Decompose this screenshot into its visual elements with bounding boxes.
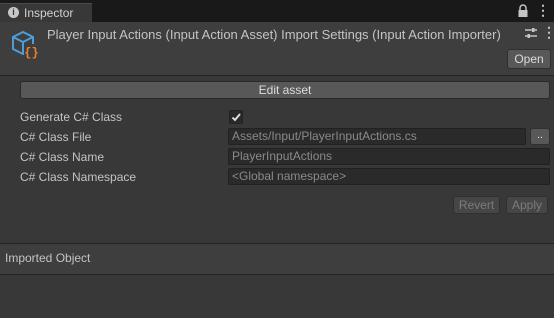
- class-file-field[interactable]: Assets/Input/PlayerInputActions.cs: [228, 128, 526, 145]
- edit-asset-button[interactable]: Edit asset: [20, 81, 550, 99]
- class-name-label: C# Class Name: [20, 150, 105, 164]
- svg-text:{}: {}: [24, 46, 38, 59]
- kebab-menu-icon[interactable]: ⋮: [542, 25, 554, 41]
- import-settings-panel: Edit asset Generate C# Class C# Class Fi…: [0, 76, 554, 243]
- kebab-menu-icon[interactable]: ⋮: [536, 3, 550, 19]
- preset-settings-icon[interactable]: [524, 26, 538, 40]
- inspector-header: {} Player Input Actions (Input Action As…: [0, 22, 554, 76]
- revert-button[interactable]: Revert: [453, 196, 500, 214]
- class-namespace-label: C# Class Namespace: [20, 170, 137, 184]
- imported-object-panel: [0, 275, 554, 318]
- open-button[interactable]: Open: [507, 49, 551, 69]
- generate-class-label: Generate C# Class: [20, 110, 123, 124]
- imported-object-label: Imported Object: [5, 251, 91, 265]
- lock-icon[interactable]: [517, 4, 529, 18]
- generate-class-checkbox[interactable]: [229, 110, 243, 124]
- imported-object-header[interactable]: Imported Object: [0, 243, 554, 275]
- tab-inspector[interactable]: i Inspector: [0, 3, 92, 22]
- browse-button[interactable]: ..: [530, 128, 550, 145]
- input-action-asset-icon: {}: [10, 29, 40, 60]
- info-icon: i: [8, 7, 19, 18]
- checkmark-icon: [231, 113, 241, 122]
- class-namespace-field[interactable]: <Global namespace>: [228, 168, 550, 185]
- tab-bar: i Inspector ⋮: [0, 0, 554, 22]
- apply-button[interactable]: Apply: [506, 196, 548, 214]
- class-name-field[interactable]: PlayerInputActions: [228, 148, 550, 165]
- tab-label: Inspector: [24, 6, 74, 20]
- class-file-label: C# Class File: [20, 130, 92, 144]
- page-title: Player Input Actions (Input Action Asset…: [47, 27, 501, 42]
